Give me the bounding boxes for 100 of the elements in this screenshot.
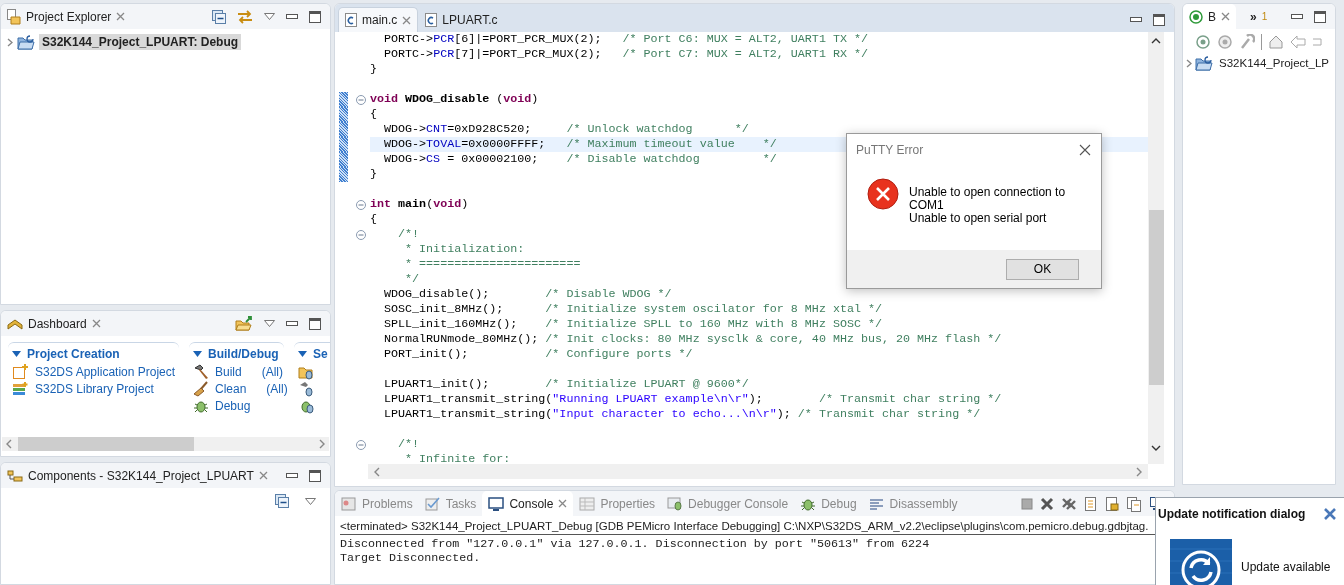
view-tab[interactable]: Debugger Console bbox=[661, 491, 795, 516]
code-line: PORT_init(); /* Configure ports */ bbox=[383, 347, 693, 362]
view-menu-icon[interactable] bbox=[264, 320, 275, 327]
scroll-thumb[interactable] bbox=[18, 437, 194, 451]
scroll-down-icon[interactable] bbox=[1151, 445, 1161, 451]
code-line: LPUART1_init(); /* Initialize LPUART @ 9600*/ bbox=[383, 377, 749, 392]
ok-button[interactable]: OK bbox=[1006, 258, 1079, 280]
section-title[interactable]: Project Creation bbox=[27, 347, 120, 361]
documents-icon[interactable] bbox=[1126, 495, 1142, 512]
console-icon bbox=[488, 496, 505, 511]
section-title[interactable]: Se bbox=[313, 347, 328, 361]
tree-item[interactable]: S32K144_Project_LPUART: Debug bbox=[39, 34, 242, 50]
fold-collapse-icon[interactable] bbox=[355, 199, 366, 210]
new-project-icon[interactable] bbox=[12, 363, 29, 380]
view-menu-icon[interactable] bbox=[305, 497, 316, 505]
fold-collapse-icon[interactable] bbox=[355, 229, 366, 240]
lock-document-icon[interactable] bbox=[1105, 495, 1119, 512]
project-folder-icon bbox=[17, 34, 35, 50]
fold-collapse-icon[interactable] bbox=[355, 94, 366, 105]
view-tab[interactable]: Debug bbox=[794, 491, 863, 516]
home-icon[interactable] bbox=[1268, 34, 1284, 50]
target-icon[interactable] bbox=[1217, 34, 1233, 50]
minimize-icon[interactable] bbox=[1291, 13, 1303, 20]
maximize-icon[interactable] bbox=[309, 317, 321, 330]
dialog-title: PuTTY Error bbox=[856, 143, 924, 157]
vertical-scrollbar[interactable] bbox=[1148, 32, 1164, 464]
minimize-icon[interactable] bbox=[286, 320, 298, 327]
hammer-icon[interactable] bbox=[193, 363, 209, 380]
scroll-thumb[interactable] bbox=[1148, 210, 1164, 385]
view-tab[interactable]: Problems bbox=[335, 491, 419, 516]
editor-tab[interactable]: LPUART.c bbox=[419, 7, 504, 32]
dashboard-link[interactable]: Debug bbox=[215, 398, 251, 413]
maximize-icon[interactable] bbox=[1314, 10, 1326, 23]
view-menu-icon[interactable] bbox=[264, 13, 275, 20]
close-icon[interactable] bbox=[1079, 144, 1091, 156]
broom-icon[interactable] bbox=[193, 380, 209, 397]
minimize-icon[interactable] bbox=[1130, 16, 1142, 23]
close-icon[interactable] bbox=[91, 319, 101, 328]
link-arrows-icon[interactable] bbox=[237, 9, 253, 24]
scroll-left-icon[interactable] bbox=[6, 439, 12, 449]
import-folder-icon[interactable] bbox=[235, 316, 253, 331]
close-icon[interactable] bbox=[1324, 507, 1336, 520]
maximize-icon[interactable] bbox=[1153, 13, 1165, 26]
collapse-all-icon[interactable] bbox=[212, 9, 226, 24]
remove-icon[interactable] bbox=[1040, 496, 1054, 511]
dashboard-link[interactable]: Clean bbox=[215, 381, 247, 396]
chevron-right-icon[interactable] bbox=[7, 37, 13, 47]
view-tab[interactable]: Disassembly bbox=[862, 491, 964, 516]
code-line: SOSC_init_8MHz(); /* Initialize system oscilator for 8 MHz xtal */ bbox=[383, 302, 882, 317]
message-text: Update available bbox=[1241, 559, 1331, 576]
horizontal-scrollbar[interactable] bbox=[2, 437, 329, 451]
close-icon[interactable] bbox=[402, 15, 412, 25]
message-text: COM1 bbox=[909, 199, 945, 212]
stop-icon[interactable] bbox=[1021, 497, 1033, 510]
close-icon[interactable] bbox=[258, 471, 268, 480]
error-icon bbox=[867, 178, 899, 210]
remove-all-icon[interactable] bbox=[1061, 496, 1077, 511]
maximize-icon[interactable] bbox=[309, 469, 321, 482]
horizontal-scrollbar[interactable] bbox=[368, 464, 1148, 479]
code-line: WDOG_disable(); /* Disable WDOG */ bbox=[383, 287, 672, 302]
target-add-icon[interactable] bbox=[1195, 34, 1211, 50]
scroll-up-icon[interactable] bbox=[1151, 38, 1161, 44]
tree-item[interactable]: S32K144_Project_LP bbox=[1216, 56, 1332, 70]
code-line: } bbox=[370, 167, 377, 182]
back-arrow-icon[interactable] bbox=[1290, 35, 1306, 49]
hammer-bug-icon[interactable] bbox=[298, 380, 316, 397]
minimize-icon[interactable] bbox=[286, 13, 298, 20]
chevron-right-icon[interactable] bbox=[1186, 58, 1192, 68]
scroll-left-icon[interactable] bbox=[374, 466, 380, 477]
document-icon[interactable] bbox=[1084, 495, 1098, 512]
code-line: LPUART1_transmit_string("Running LPUART example\n\r"); /* Transmit char string */ bbox=[383, 392, 1002, 407]
dashboard-link[interactable]: Build bbox=[215, 364, 242, 379]
close-icon[interactable] bbox=[1221, 12, 1230, 21]
code-line: SPLL_init_160MHz(); /* Initialize SPLL to 160 MHz with 8 MHz SOSC */ bbox=[383, 317, 882, 332]
code-line: * Infinite for: bbox=[404, 452, 511, 464]
maximize-icon[interactable] bbox=[309, 10, 321, 23]
code-line: * ======================= bbox=[404, 257, 581, 272]
view-tab[interactable]: Tasks bbox=[418, 491, 483, 516]
expand-triangle-icon[interactable] bbox=[193, 351, 202, 357]
section-title[interactable]: Build/Debug bbox=[208, 347, 279, 361]
expand-triangle-icon[interactable] bbox=[12, 351, 21, 357]
fold-collapse-icon[interactable] bbox=[355, 439, 366, 450]
scroll-right-icon[interactable] bbox=[319, 439, 325, 449]
minimize-icon[interactable] bbox=[286, 472, 298, 479]
view-tab[interactable]: B bbox=[1183, 4, 1236, 29]
code-line: /*! bbox=[397, 227, 420, 242]
view-tab[interactable]: Properties bbox=[573, 491, 662, 516]
scroll-right-icon[interactable] bbox=[1136, 466, 1142, 477]
components-icon bbox=[7, 469, 23, 482]
dashboard-link[interactable]: S32DS Library Project bbox=[35, 381, 154, 396]
view-tab[interactable]: Console bbox=[482, 491, 574, 516]
close-icon[interactable] bbox=[116, 12, 126, 21]
library-stack-icon[interactable] bbox=[12, 381, 29, 396]
dashboard-link[interactable]: S32DS Application Project bbox=[35, 364, 176, 379]
wrench-icon[interactable] bbox=[1239, 34, 1255, 50]
collapse-all-icon[interactable] bbox=[275, 494, 289, 508]
close-icon[interactable] bbox=[558, 499, 568, 508]
editor-tab[interactable]: main.c bbox=[338, 7, 419, 32]
expand-triangle-icon[interactable] bbox=[298, 351, 307, 357]
problems-icon bbox=[341, 496, 357, 511]
